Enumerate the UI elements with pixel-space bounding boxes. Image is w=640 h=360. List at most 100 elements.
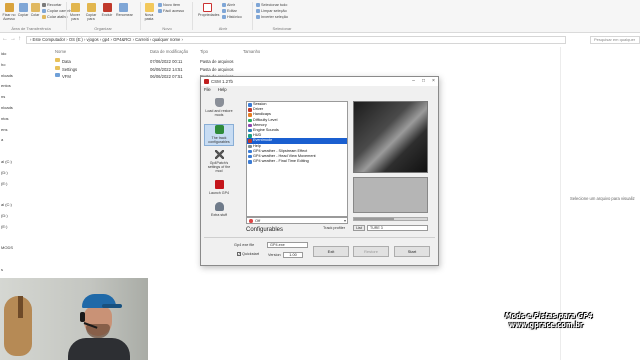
user-icon [214,202,224,211]
properties-button[interactable]: Propriedades [198,3,219,17]
clipboard-group-label: Área de Transferência [11,26,51,31]
exit-button[interactable]: Exit [313,246,349,257]
nav-item[interactable]: (D:) [0,213,42,219]
app-icon [204,79,209,84]
configurables-list[interactable]: Session Driver Handicaps Difficulty Level Me… [246,101,348,217]
nav-item[interactable]: ho [0,62,42,68]
sidebar-gp4patch-settings[interactable]: Gp4Patch's settings of the mod [204,150,234,176]
sidebar-extra-stuff[interactable]: Extra stuff [204,202,234,220]
progress-fill [354,218,395,220]
track-profiler-label: Track profiler [323,226,346,230]
nav-item[interactable]: ido [0,51,42,57]
list-item-label: Driver [253,107,264,112]
copy-icon [18,3,28,12]
new-item-button[interactable]: Novo item [158,3,180,8]
menu-help[interactable]: Help [218,87,227,92]
select-group: Selecionar tudo Limpar seleção Inverter … [254,1,310,32]
item-icon [248,128,252,133]
ribbon-separator [192,2,193,30]
address-bar: ←→↑ › Este Computador › OS (E:) › vjogos… [0,35,640,45]
version-label: Version [268,253,281,257]
list-item-label: Memory [253,122,267,127]
nav-item[interactable] [0,191,42,197]
mode-dropdown[interactable]: Off ▾ [246,217,348,224]
nav-item[interactable]: (E:) [0,224,42,230]
file-row[interactable]: Data 07/06/2022 00:11 Pasta de arquivos [48,58,298,65]
col-size[interactable]: Tamanho [243,49,260,54]
nav-item[interactable] [0,256,42,262]
nav-arrows[interactable]: ←→↑ [2,36,23,42]
nav-item[interactable]: ntos [0,116,42,122]
start-button[interactable]: Start [394,246,430,257]
item-icon [248,160,252,164]
new-folder-button[interactable]: Nova pasta [142,3,156,21]
copy-to-button[interactable]: Copiar para [84,3,98,21]
item-icon [248,134,252,138]
list-item-label: Engine Sounds [253,127,279,132]
invert-selection-button[interactable]: Inverter seleção [256,15,288,20]
list-item-label: Handicaps [253,112,271,117]
edit-icon [222,9,226,13]
nav-item[interactable]: al (C:) [0,159,42,165]
preview-image [353,101,428,173]
nav-item[interactable] [0,235,42,241]
csm-window: CSM 1.27b – □ × File Help Load and resto… [200,76,439,266]
sidebar-launch-gp4[interactable]: Launch GP4 [204,180,234,198]
pin-button[interactable]: Fixar no Acesso [2,3,16,21]
exe-select[interactable]: GP4.exe [267,242,308,248]
col-date[interactable]: Data de modificação [150,49,188,54]
item-icon [248,139,252,143]
streamer [68,292,130,360]
col-type[interactable]: Tipo [200,49,208,54]
path-breadcrumb[interactable]: › Este Computador › OS (E:) › vjogos › g… [26,36,566,44]
rename-button[interactable]: Renomear [116,3,133,17]
version-field[interactable]: 1.00 [283,252,303,258]
cut-button[interactable]: Recortar [42,3,62,8]
sidebar-load-restore[interactable]: Load and restore mods [204,98,234,120]
maximize-button[interactable]: □ [419,77,428,86]
list-button[interactable]: List [353,225,365,231]
quickstart-checkbox[interactable]: ✓Quickstart [237,252,259,256]
nav-item[interactable]: a [0,137,42,143]
list-item[interactable]: GP4 weather - Final Time Editing [247,159,347,164]
edit-button[interactable]: Editar [222,9,237,14]
file-date: 06/06/2022 07:51 [150,74,183,79]
paste-shortcut-button[interactable]: Colar atalho [42,15,67,20]
nav-item[interactable] [0,148,42,154]
nav-item[interactable]: nloads [0,105,42,111]
progress-bar [353,217,428,221]
puzzle-icon [214,125,224,134]
move-to-button[interactable]: Mover para [68,3,82,21]
menu-file[interactable]: File [204,87,211,92]
col-name[interactable]: Nome [55,49,66,54]
open-group: Propriedades Abrir Editar Histórico Abri… [194,1,252,32]
copy-folder-icon [86,3,96,12]
track-select[interactable]: TURE 3 [367,225,428,231]
clear-selection-button[interactable]: Limpar seleção [256,9,287,14]
nav-item[interactable]: al (C:) [0,202,42,208]
nav-item[interactable]: s [0,267,42,273]
nav-item[interactable]: ns [0,94,42,100]
new-folder-icon [144,3,154,12]
nav-item[interactable]: (D:) [0,170,42,176]
nav-item[interactable]: nloads [0,73,42,79]
search-input[interactable]: Pesquisar em qualquer [590,36,640,44]
window-titlebar[interactable]: CSM 1.27b – □ × [201,77,438,86]
minimize-button[interactable]: – [409,77,418,86]
paste-button[interactable]: Colar [28,3,42,17]
nav-item[interactable]: ens [0,127,42,133]
file-row[interactable]: Settings 06/06/2022 14:51 Pasta de arquivo… [48,65,298,73]
nav-item[interactable]: entos [0,83,42,89]
open-button[interactable]: Abrir [222,3,235,8]
organize-group: Mover para Copiar para Excluir Renomear … [68,1,138,32]
history-button[interactable]: Histórico [222,15,242,20]
nav-item[interactable]: MODS [0,245,42,251]
easy-access-button[interactable]: Fácil acesso [158,9,184,14]
delete-button[interactable]: Excluir [100,3,114,17]
select-all-button[interactable]: Selecionar tudo [256,3,287,8]
close-button[interactable]: × [429,77,438,86]
guitar [4,296,32,356]
restore-button[interactable]: Restore [353,246,389,257]
nav-item[interactable]: (E:) [0,181,42,187]
sidebar-track-configurables[interactable]: The track configurables [204,124,234,146]
